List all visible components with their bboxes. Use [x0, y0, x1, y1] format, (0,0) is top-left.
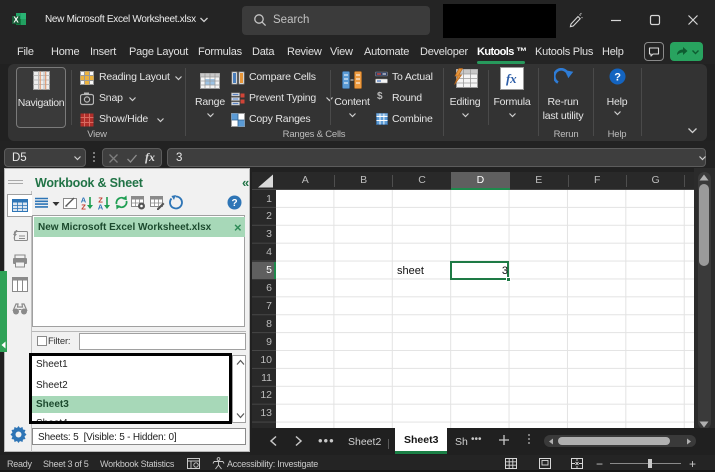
svg-text:A: A — [98, 203, 104, 211]
svg-text:Z: Z — [81, 203, 86, 211]
svg-text:?: ? — [231, 198, 237, 209]
svg-text:?: ? — [614, 72, 621, 84]
